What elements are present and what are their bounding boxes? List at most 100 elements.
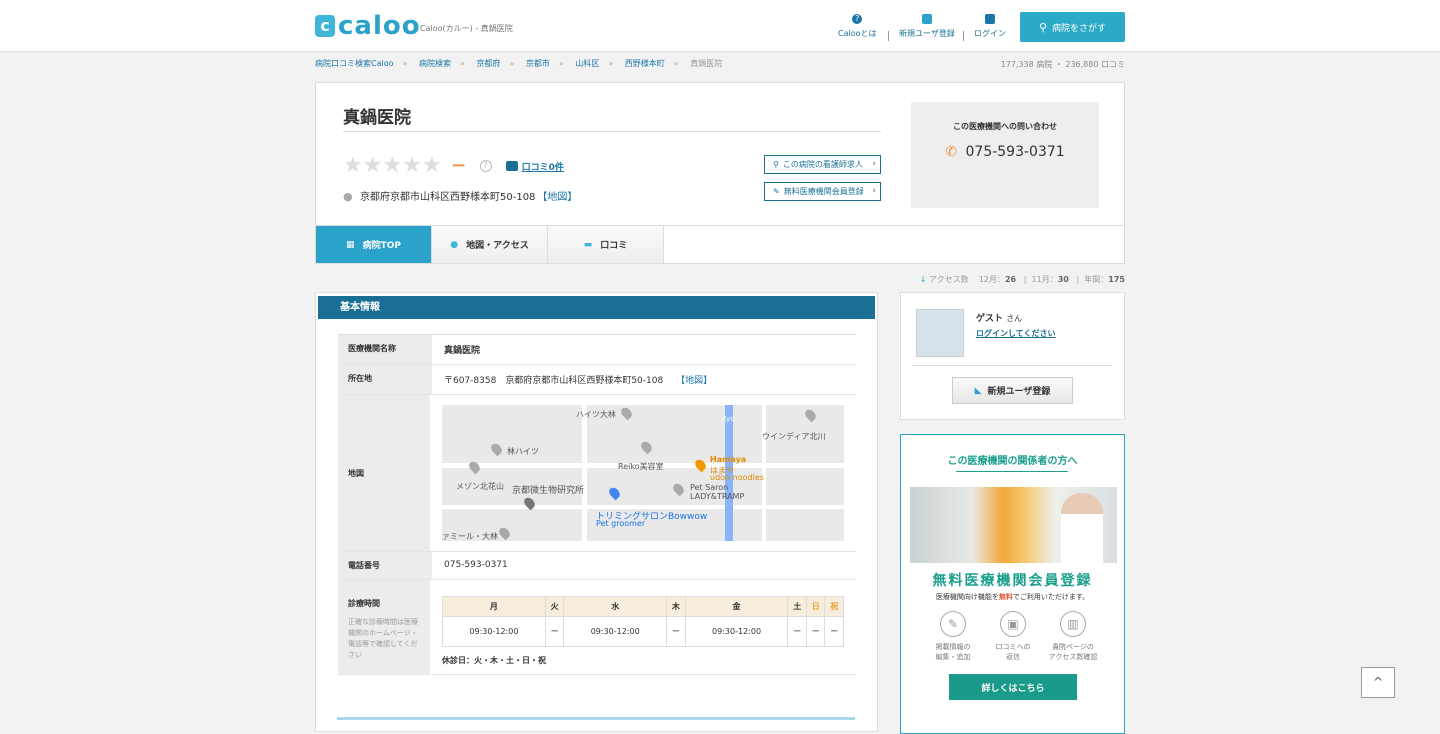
search-hospital-button[interactable]: ⚲ 病院をさがす xyxy=(1020,12,1125,42)
nav-login[interactable]: ログイン xyxy=(974,14,1006,39)
access-counts: ↓ アクセス数 12月：26 | 11月：30 | 年間：175 xyxy=(919,275,1125,284)
site-counts: 177,338 病院 ・ 236,880 口コミ xyxy=(1000,60,1125,69)
nav-about-label: Calooとは xyxy=(838,29,877,38)
avatar xyxy=(916,309,964,357)
map-place-label: udon noodles xyxy=(710,473,764,482)
phone-icon: ✆ xyxy=(945,144,958,160)
feature-line: 編集・追加 xyxy=(935,653,971,661)
scroll-to-top-button[interactable]: ^ xyxy=(1361,667,1395,698)
hours-value: 09:30-12:00 xyxy=(684,616,789,647)
lock-icon xyxy=(985,14,995,24)
logo-text: caloo xyxy=(338,11,421,41)
feature-line: 返信 xyxy=(1006,653,1020,661)
map-place-label: 京都微生物研究所 xyxy=(512,486,585,496)
register-label: 新規ユーザ登録 xyxy=(987,387,1051,397)
map-marker-icon xyxy=(619,405,634,421)
chat-icon: ▣ xyxy=(1000,611,1026,637)
nurse-jobs-button[interactable]: ⚲ この病院の看護師求人 › xyxy=(764,155,881,174)
pencil-icon: ✎ xyxy=(773,187,780,196)
pencil-icon: ✎ xyxy=(940,611,966,637)
embedded-map[interactable]: ハイツ大林 林ハイツ Reiko美容室 Hamaya はまや udon nood… xyxy=(442,405,844,541)
map-marker-icon xyxy=(693,457,708,473)
hours-value: ー xyxy=(666,616,686,647)
login-link[interactable]: ログインしてください xyxy=(976,328,1056,339)
beginner-mark-icon xyxy=(921,14,932,24)
hours-value: ー xyxy=(824,616,844,647)
basic-info-table: 医療機関名称 真鍋医院 所在地 〒607-8358 京都府京都市山科区西野様本町… xyxy=(338,334,856,675)
learn-more-button[interactable]: 詳しくはこちら xyxy=(949,674,1077,700)
address-map-link[interactable]: 【地図】 xyxy=(676,376,712,386)
map-place-label: Pet Saron xyxy=(690,483,729,492)
tab-reviews[interactable]: ▬ 口コミ xyxy=(548,226,664,263)
map-road xyxy=(582,405,587,541)
contact-box: この医療機関への問い合わせ ✆ 075-593-0371 xyxy=(911,102,1099,208)
guest-name-text: ゲスト xyxy=(976,314,1004,324)
star-icon: ★ xyxy=(382,153,403,178)
row-value[interactable]: 075-593-0371 xyxy=(432,552,856,579)
breadcrumb-item[interactable]: 京都府 xyxy=(476,59,500,68)
star-icon: ★ xyxy=(421,153,442,178)
day-header: 月 xyxy=(442,596,546,617)
table-row: 診療時間 正確な診療時間は医療機関のホームページ・電話等で確認してください 月 … xyxy=(338,580,856,675)
promo-subtext-em: 無料 xyxy=(998,593,1013,601)
map-pin-icon: ● xyxy=(450,239,459,250)
row-label: 電話番号 xyxy=(338,552,432,579)
map-marker-icon xyxy=(607,485,622,501)
rating-row: ★ ★ ★ ★ ★ ー ? 口コミ0件 xyxy=(343,155,564,177)
basic-info-panel: 基本情報 医療機関名称 真鍋医院 所在地 〒607-8358 京都府京都市山科区… xyxy=(315,292,878,732)
promo-feature: ▣ 口コミへの 返信 xyxy=(983,611,1043,662)
free-member-register-button[interactable]: ✎ 無料医療機関会員登録 › xyxy=(764,182,881,201)
nav-register[interactable]: 新規ユーザ登録 xyxy=(899,14,955,39)
map-marker-icon xyxy=(803,407,818,423)
breadcrumb: 病院口コミ検索Caloo» 病院検索» 京都府» 京都市» 山科区» 西野様本町… xyxy=(315,59,723,68)
nav-divider xyxy=(888,31,889,41)
star-icon: ★ xyxy=(343,153,363,178)
access-nov-label: 11月： xyxy=(1031,275,1058,284)
nav-about[interactable]: ? Calooとは xyxy=(838,14,877,39)
register-user-button[interactable]: ◣ 新規ユーザ登録 xyxy=(952,377,1073,404)
breadcrumb-item[interactable]: 京都市 xyxy=(526,59,550,68)
day-header: 日 xyxy=(805,596,826,617)
tab-map-access[interactable]: ● 地図・アクセス xyxy=(432,226,548,263)
tab-label: 病院TOP xyxy=(362,241,401,251)
speech-bubble-icon xyxy=(505,161,518,171)
promo-subtext-post: でご利用いただけます。 xyxy=(1012,593,1090,601)
promo-title-underline xyxy=(956,471,1068,472)
breadcrumb-item[interactable]: 西野様本町 xyxy=(625,59,665,68)
site-header: c caloo Caloo(カルー) - 真鍋医院 ? Calooとは 新規ユー… xyxy=(0,0,1440,52)
map-marker-icon xyxy=(467,459,482,475)
section-heading: 基本情報 xyxy=(318,296,875,319)
breadcrumb-item[interactable]: 病院口コミ検索Caloo xyxy=(315,59,394,68)
caloo-logo[interactable]: c caloo xyxy=(315,11,421,41)
chevron-right-icon: › xyxy=(872,186,876,196)
table-row: 地図 ハイツ大林 林ハイツ Reiko美容室 Hamaya はまや udon n… xyxy=(338,395,856,552)
contact-phone: 075-593-0371 xyxy=(965,144,1065,160)
feature-line: 貴院ページの xyxy=(1052,643,1094,651)
promo-feature: ✎ 掲載情報の 編集・追加 xyxy=(923,611,983,662)
access-nov: 30 xyxy=(1057,275,1069,284)
hospital-tabs: ▦ 病院TOP ● 地図・アクセス ▬ 口コミ xyxy=(315,226,1125,264)
address-map-link[interactable]: 【地図】 xyxy=(537,188,577,203)
tab-hospital-top[interactable]: ▦ 病院TOP xyxy=(316,226,432,263)
access-year: 175 xyxy=(1108,275,1125,284)
table-row: 医療機関名称 真鍋医院 xyxy=(338,335,856,365)
contact-title: この医療機関への問い合わせ xyxy=(953,122,1057,131)
promo-feature: ▥ 貴院ページの アクセス数確認 xyxy=(1043,611,1103,662)
reviews-link-label: 口コミ0件 xyxy=(521,162,564,173)
reviews-link[interactable]: 口コミ0件 xyxy=(505,160,564,173)
hours-value: 09:30-12:00 xyxy=(563,616,668,647)
map-place-label: ハイツ大林 xyxy=(576,410,616,419)
help-icon[interactable]: ? xyxy=(479,160,492,172)
breadcrumb-item[interactable]: 病院検索 xyxy=(419,59,451,68)
chevron-right-icon: › xyxy=(872,159,876,169)
breadcrumb-item[interactable]: 山科区 xyxy=(575,59,599,68)
contact-phone-row[interactable]: ✆ 075-593-0371 xyxy=(911,144,1099,160)
speech-bubble-icon: ▬ xyxy=(583,239,593,250)
feature-line: 掲載情報の xyxy=(935,643,971,651)
map-marker-icon xyxy=(497,525,512,541)
promo-title: この医療機関の関係者の方へ xyxy=(947,456,1078,467)
hospital-name: 真鍋医院 xyxy=(343,108,411,128)
nurse-jobs-label: この病院の看護師求人 xyxy=(782,160,863,169)
day-header: 祝 xyxy=(824,596,844,617)
hours-value: ー xyxy=(544,616,565,647)
